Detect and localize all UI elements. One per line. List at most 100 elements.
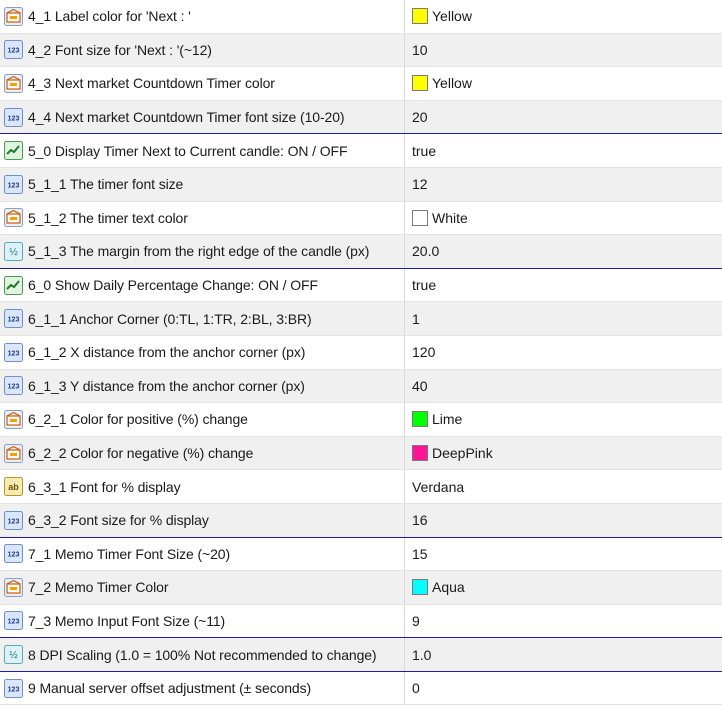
input-value[interactable]: true (412, 269, 436, 302)
svg-text:123: 123 (8, 619, 20, 626)
input-value[interactable]: Yellow (412, 0, 472, 33)
input-name-cell: 123 6_3_2 Font size for % display (0, 503, 405, 537)
input-value[interactable]: DeepPink (412, 437, 493, 470)
input-name-cell: 123 7_1 Memo Timer Font Size (~20) (0, 537, 405, 571)
input-value[interactable]: 120 (412, 336, 435, 369)
input-value[interactable]: White (412, 202, 468, 235)
input-row[interactable]: ab 6_3_1 Font for % display Verdana (0, 470, 722, 504)
color-swatch[interactable] (412, 209, 428, 226)
input-row[interactable]: 6_0 Show Daily Percentage Change: ON / O… (0, 268, 722, 303)
input-row[interactable]: 123 7_1 Memo Timer Font Size (~20) 15 (0, 537, 722, 572)
integer-icon: 123 (4, 309, 23, 329)
input-label: 6_2_1 Color for positive (%) change (28, 411, 248, 428)
input-value-text: 16 (412, 512, 428, 529)
input-value[interactable]: 20 (412, 101, 428, 134)
input-value-text: Verdana (412, 478, 465, 495)
input-name-cell: 6_2_1 Color for positive (%) change (0, 403, 405, 436)
input-value[interactable]: Aqua (412, 571, 465, 604)
input-row[interactable]: ½ 8 DPI Scaling (1.0 = 100% Not recommend… (0, 638, 722, 672)
integer-icon: 123 (4, 611, 23, 631)
input-value-text: White (432, 209, 468, 226)
input-label: 6_0 Show Daily Percentage Change: ON / O… (28, 277, 318, 294)
color-icon (4, 208, 23, 228)
svg-text:123: 123 (8, 317, 20, 324)
input-row[interactable]: 123 6_1_1 Anchor Corner (0:TL, 1:TR, 2:BL… (0, 302, 722, 336)
input-row[interactable]: 6_2_2 Color for negative (%) change DeepP… (0, 436, 722, 471)
input-name-cell: 4_3 Next market Countdown Timer color (0, 67, 405, 100)
input-value-text: true (412, 142, 437, 159)
input-value-text: 9 (412, 612, 420, 629)
boolean-icon (4, 141, 23, 161)
input-row[interactable]: 5_0 Display Timer Next to Current candle… (0, 134, 722, 168)
svg-text:123: 123 (8, 686, 20, 693)
input-label: 9 Manual server offset adjustment (± sec… (28, 680, 312, 697)
input-value[interactable]: 12 (412, 168, 428, 201)
color-icon (4, 577, 23, 597)
input-value[interactable]: 20.0 (412, 235, 439, 268)
input-row[interactable]: 123 9 Manual server offset adjustment (± … (0, 671, 722, 706)
svg-text:123: 123 (8, 552, 20, 559)
integer-icon: 123 (4, 544, 23, 564)
input-row[interactable]: ½ 5_1_3 The margin from the right edge of… (0, 235, 722, 269)
integer-icon: 123 (4, 376, 23, 396)
double-icon: ½ (4, 645, 23, 665)
input-value-text: 20.0 (412, 243, 440, 260)
input-value-text: Yellow (432, 8, 472, 25)
input-value[interactable]: 1.0 (412, 638, 431, 671)
input-row[interactable]: 4_3 Next market Countdown Timer color Yel… (0, 67, 722, 101)
input-row[interactable]: 123 6_1_3 Y distance from the anchor corn… (0, 369, 722, 404)
integer-icon: 123 (4, 174, 23, 194)
integer-icon: 123 (4, 342, 23, 362)
color-swatch[interactable] (412, 445, 428, 462)
color-swatch[interactable] (412, 411, 428, 428)
color-icon (4, 73, 23, 93)
input-name-cell: 6_0 Show Daily Percentage Change: ON / O… (0, 268, 405, 302)
color-icon (4, 409, 23, 429)
input-row[interactable]: 123 6_1_2 X distance from the anchor corn… (0, 335, 722, 370)
input-row[interactable]: 123 7_3 Memo Input Font Size (~11) 9 (0, 604, 722, 639)
input-value[interactable]: Yellow (412, 67, 472, 100)
input-label: 6_3_2 Font size for % display (28, 512, 209, 529)
input-label: 6_2_2 Color for negative (%) change (28, 445, 254, 462)
input-value[interactable]: Lime (412, 403, 462, 436)
input-row[interactable]: 5_1_2 The timer text color White (0, 201, 722, 236)
color-swatch[interactable] (412, 579, 428, 596)
input-row[interactable]: 123 4_4 Next market Countdown Timer font … (0, 100, 722, 135)
input-value[interactable]: 9 (412, 605, 420, 638)
input-value-text: true (412, 277, 437, 294)
input-value[interactable]: 0 (412, 672, 420, 705)
input-row[interactable]: 123 6_3_2 Font size for % display 16 (0, 503, 722, 538)
input-name-cell: 6_2_2 Color for negative (%) change (0, 436, 405, 470)
input-name-cell: 5_0 Display Timer Next to Current candle… (0, 134, 405, 167)
input-value[interactable]: true (412, 134, 436, 167)
input-row[interactable]: 6_2_1 Color for positive (%) change Lime (0, 403, 722, 437)
double-icon: ½ (4, 241, 23, 261)
input-value-text: 15 (412, 545, 428, 562)
input-name-cell: 123 6_1_1 Anchor Corner (0:TL, 1:TR, 2:BL… (0, 302, 405, 335)
input-value-text: 0 (412, 680, 420, 697)
input-value[interactable]: 40 (412, 370, 428, 403)
input-value[interactable]: 1 (412, 302, 420, 335)
integer-icon: 123 (4, 510, 23, 530)
input-name-cell: 7_2 Memo Timer Color (0, 571, 405, 604)
input-name-cell: ½ 8 DPI Scaling (1.0 = 100% Not recommend… (0, 638, 405, 671)
boolean-icon (4, 275, 23, 295)
input-value[interactable]: 10 (412, 34, 428, 67)
input-label: 7_1 Memo Timer Font Size (~20) (28, 545, 231, 562)
input-row[interactable]: 7_2 Memo Timer Color Aqua (0, 571, 722, 605)
input-row[interactable]: 123 4_2 Font size for 'Next : '(~12) 10 (0, 33, 722, 68)
svg-text:123: 123 (8, 115, 20, 122)
svg-text:½: ½ (9, 650, 18, 661)
color-swatch[interactable] (412, 8, 428, 25)
input-value[interactable]: 15 (412, 538, 428, 571)
input-row[interactable]: 123 5_1_1 The timer font size 12 (0, 167, 722, 202)
input-label: 7_2 Memo Timer Color (28, 579, 169, 596)
input-value[interactable]: Verdana (412, 470, 464, 503)
input-name-cell: 5_1_2 The timer text color (0, 201, 405, 235)
input-value[interactable]: 16 (412, 504, 428, 537)
color-swatch[interactable] (412, 75, 428, 92)
input-row[interactable]: 4_1 Label color for 'Next : ' Yellow (0, 0, 722, 34)
input-label: 4_1 Label color for 'Next : ' (28, 8, 191, 25)
input-value-text: Aqua (432, 579, 465, 596)
input-value-text: 1 (412, 310, 420, 327)
